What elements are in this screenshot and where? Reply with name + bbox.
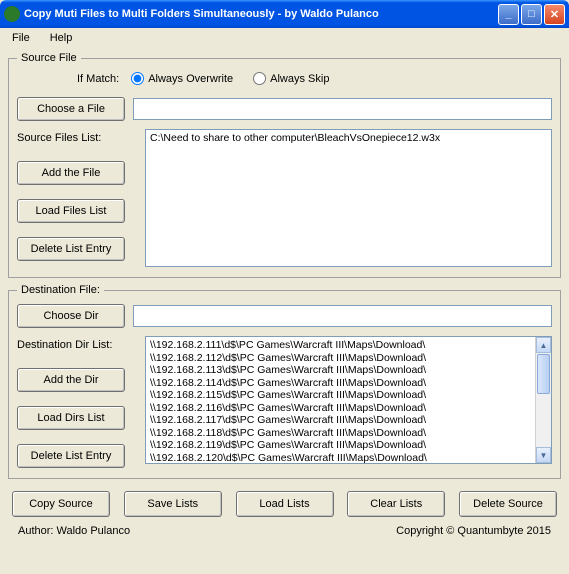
load-lists-button[interactable]: Load Lists	[236, 491, 334, 517]
list-item[interactable]: \\192.168.2.114\d$\PC Games\Warcraft III…	[150, 377, 547, 390]
scrollbar[interactable]: ▲ ▼	[535, 337, 551, 463]
radio-skip-input[interactable]	[253, 72, 266, 85]
list-item[interactable]: C:\Need to share to other computer\Bleac…	[150, 132, 547, 145]
list-item[interactable]: \\192.168.2.112\d$\PC Games\Warcraft III…	[150, 352, 547, 365]
scroll-down-button[interactable]: ▼	[536, 447, 551, 463]
choose-dir-button[interactable]: Choose Dir	[17, 304, 125, 328]
window-title: Copy Muti Files to Multi Folders Simulta…	[24, 8, 498, 20]
load-files-list-button[interactable]: Load Files List	[17, 199, 125, 223]
list-item[interactable]: \\192.168.2.116\d$\PC Games\Warcraft III…	[150, 402, 547, 415]
source-group: Source File If Match: Always Overwrite A…	[8, 52, 561, 278]
app-icon	[4, 6, 20, 22]
list-item[interactable]: \\192.168.2.115\d$\PC Games\Warcraft III…	[150, 389, 547, 402]
list-item[interactable]: \\192.168.2.120\d$\PC Games\Warcraft III…	[150, 452, 547, 465]
close-button[interactable]: ✕	[544, 4, 565, 25]
scroll-thumb[interactable]	[537, 354, 550, 394]
source-list-label: Source Files List:	[17, 129, 137, 147]
source-legend: Source File	[17, 52, 81, 64]
source-files-listbox[interactable]: C:\Need to share to other computer\Bleac…	[145, 129, 552, 267]
load-dirs-list-button[interactable]: Load Dirs List	[17, 406, 125, 430]
delete-dst-entry-button[interactable]: Delete List Entry	[17, 444, 125, 468]
destination-legend: Destination File:	[17, 284, 104, 296]
scroll-up-button[interactable]: ▲	[536, 337, 551, 353]
add-dir-button[interactable]: Add the Dir	[17, 368, 125, 392]
list-item[interactable]: \\192.168.2.111\d$\PC Games\Warcraft III…	[150, 339, 547, 352]
author-label: Author: Waldo Pulanco	[18, 525, 130, 537]
menu-file[interactable]: File	[8, 30, 34, 46]
destination-dirs-listbox[interactable]: \\192.168.2.111\d$\PC Games\Warcraft III…	[145, 336, 552, 464]
menubar: File Help	[0, 28, 569, 48]
radio-overwrite-input[interactable]	[131, 72, 144, 85]
titlebar: Copy Muti Files to Multi Folders Simulta…	[0, 0, 569, 28]
choose-file-button[interactable]: Choose a File	[17, 97, 125, 121]
menu-help[interactable]: Help	[46, 30, 77, 46]
delete-source-button[interactable]: Delete Source	[459, 491, 557, 517]
dir-path-input[interactable]	[133, 305, 552, 327]
save-lists-button[interactable]: Save Lists	[124, 491, 222, 517]
list-item[interactable]: \\192.168.2.118\d$\PC Games\Warcraft III…	[150, 427, 547, 440]
dest-list-label: Destination Dir List:	[17, 336, 137, 354]
radio-overwrite-label: Always Overwrite	[148, 73, 233, 85]
destination-group: Destination File: Choose Dir Destination…	[8, 284, 561, 479]
if-match-label: If Match:	[77, 73, 119, 85]
maximize-button[interactable]: □	[521, 4, 542, 25]
delete-src-entry-button[interactable]: Delete List Entry	[17, 237, 125, 261]
add-file-button[interactable]: Add the File	[17, 161, 125, 185]
copy-source-button[interactable]: Copy Source	[12, 491, 110, 517]
radio-skip-label: Always Skip	[270, 73, 329, 85]
list-item[interactable]: \\192.168.2.117\d$\PC Games\Warcraft III…	[150, 414, 547, 427]
radio-skip[interactable]: Always Skip	[253, 72, 329, 85]
file-path-input[interactable]	[133, 98, 552, 120]
list-item[interactable]: \\192.168.2.119\d$\PC Games\Warcraft III…	[150, 439, 547, 452]
copyright-label: Copyright © Quantumbyte 2015	[396, 525, 551, 537]
list-item[interactable]: \\192.168.2.113\d$\PC Games\Warcraft III…	[150, 364, 547, 377]
radio-overwrite[interactable]: Always Overwrite	[131, 72, 233, 85]
clear-lists-button[interactable]: Clear Lists	[347, 491, 445, 517]
minimize-button[interactable]: _	[498, 4, 519, 25]
